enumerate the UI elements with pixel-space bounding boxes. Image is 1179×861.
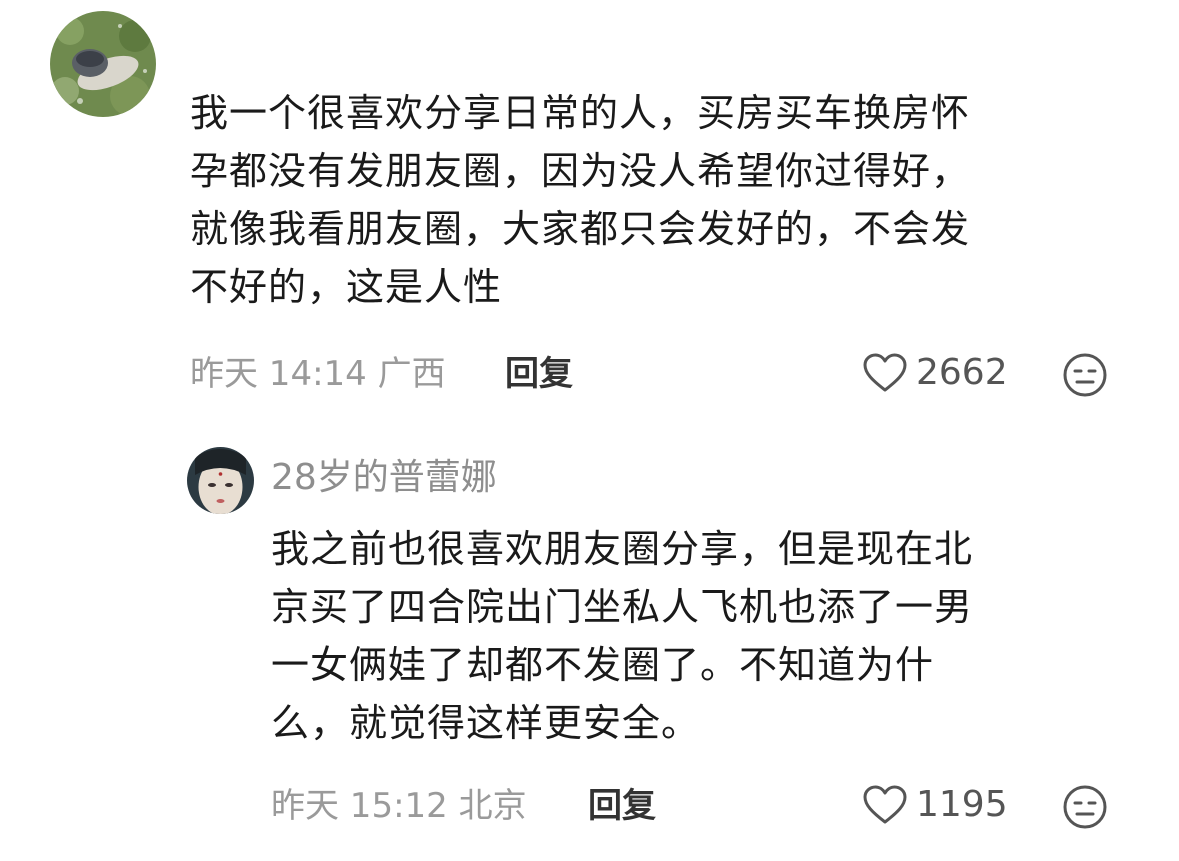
comment-time: 昨天 14:14 (190, 354, 367, 394)
reply-button[interactable]: 回复 (505, 354, 573, 394)
dislike-button[interactable] (1062, 352, 1108, 398)
like-count: 2662 (916, 352, 1008, 393)
dislike-face-icon (1062, 352, 1108, 398)
reply-button[interactable]: 回复 (588, 786, 656, 826)
comment-thread: 我一个很喜欢分享日常的人，买房买车换房怀 孕都没有发朋友圈，因为没人希望你过得好… (0, 0, 1179, 861)
like-button[interactable]: 2662 (862, 351, 1008, 395)
reply-line: 一女俩娃了却都不发圈了。不知道为什 (271, 643, 935, 687)
comment-line: 不好的，这是人性 (190, 265, 503, 309)
reply-line: 我之前也很喜欢朋友圈分享，但是现在北 (271, 527, 974, 571)
comment-line: 孕都没有发朋友圈，因为没人希望你过得好， (190, 149, 971, 193)
replier-avatar[interactable] (187, 447, 254, 514)
dislike-button[interactable] (1062, 784, 1108, 830)
heart-outline-icon (862, 352, 908, 394)
reply-time: 昨天 15:12 (271, 786, 448, 826)
comment-line: 就像我看朋友圈，大家都只会发好的，不会发 (190, 207, 971, 251)
reply-line: 么，就觉得这样更安全。 (271, 701, 701, 745)
heart-outline-icon (862, 784, 908, 826)
like-count: 1195 (916, 784, 1008, 825)
commenter-avatar[interactable] (50, 11, 156, 117)
reply-meta: 昨天 15:12 北京 (271, 786, 527, 826)
like-button[interactable]: 1195 (862, 783, 1008, 827)
comment-location: 广西 (377, 354, 446, 394)
replier-username[interactable]: 28岁的普蕾娜 (271, 456, 497, 500)
comment-line: 我一个很喜欢分享日常的人，买房买车换房怀 (190, 91, 971, 135)
comment-meta: 昨天 14:14 广西 (190, 354, 446, 394)
reply-body: 我之前也很喜欢朋友圈分享，但是现在北 京买了四合院出门坐私人飞机也添了一男 一女… (271, 520, 1151, 752)
reply-location: 北京 (458, 786, 527, 826)
reply-line: 京买了四合院出门坐私人飞机也添了一男 (271, 585, 974, 629)
dislike-face-icon (1062, 784, 1108, 830)
comment-body: 我一个很喜欢分享日常的人，买房买车换房怀 孕都没有发朋友圈，因为没人希望你过得好… (190, 84, 1150, 316)
